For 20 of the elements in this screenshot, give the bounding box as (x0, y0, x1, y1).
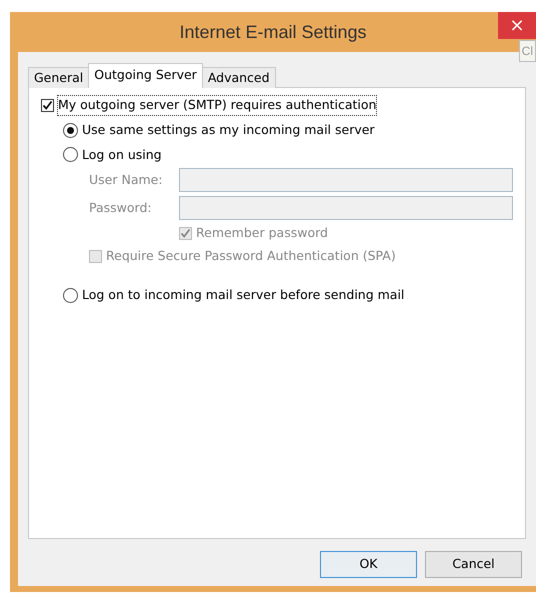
close-button[interactable]: × (498, 12, 536, 39)
checkbox[interactable] (41, 98, 54, 112)
tab[interactable]: Advanced (202, 67, 276, 88)
ok-button[interactable]: OK (320, 551, 417, 578)
radio-button[interactable] (63, 122, 78, 138)
radio-button[interactable] (63, 288, 78, 303)
radio-label: Log on to incoming mail server before sending mail (82, 286, 404, 304)
field-label: User Name: (89, 170, 164, 189)
checkbox-label: My outgoing server (SMTP) requires authentication (58, 96, 376, 115)
radio-label: Log on using (82, 146, 162, 164)
tab[interactable]: General (28, 67, 90, 88)
window-title: Internet E-mail Settings (178, 20, 368, 44)
tooltip: Cl (518, 40, 536, 62)
radio-button[interactable] (63, 147, 78, 162)
checkbox-label: Remember password (196, 224, 328, 242)
tab[interactable]: Outgoing Server (88, 63, 203, 88)
radio-label: Use same settings as my incoming mail server (82, 120, 375, 139)
checkbox-label: Require Secure Password Authentication (SPA) (106, 247, 396, 265)
field-label: Password: (89, 198, 153, 217)
cancel-button[interactable]: Cancel (425, 551, 522, 578)
